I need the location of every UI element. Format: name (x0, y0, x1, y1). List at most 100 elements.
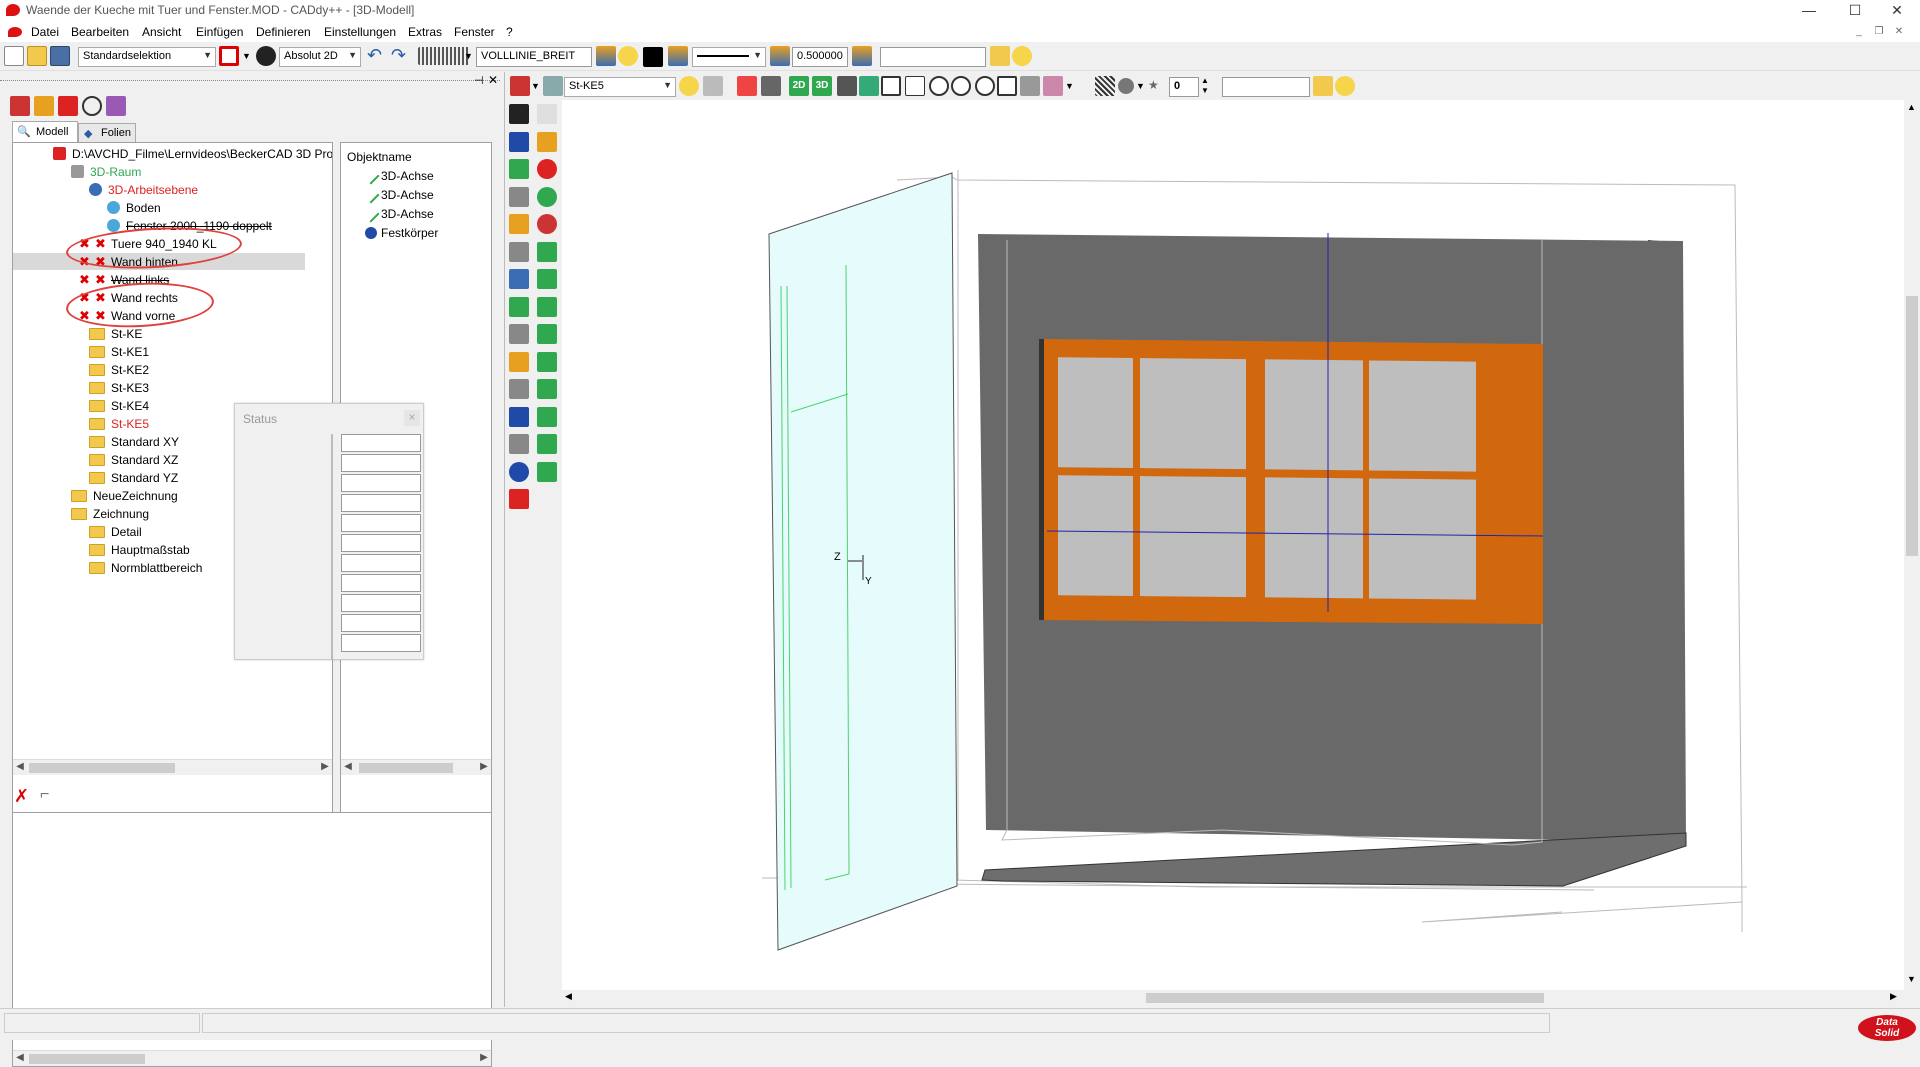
pen-icon[interactable] (510, 76, 530, 96)
menu-extras[interactable]: Extras (408, 25, 442, 39)
object-item[interactable]: Festkörper (365, 224, 438, 241)
tree-item[interactable]: NeueZeichnung (71, 487, 178, 504)
tree-item[interactable]: St-KE3 (89, 379, 149, 396)
tree-item[interactable]: Zeichnung (71, 505, 149, 522)
cube-icon[interactable] (1043, 76, 1063, 96)
measure-icon[interactable] (509, 351, 529, 372)
viewport-vscrollbar[interactable]: ▲ ▼ (1904, 100, 1920, 990)
text-field[interactable] (1222, 77, 1310, 97)
maximize-button[interactable]: ☐ (1832, 0, 1878, 22)
dimension-icon[interactable] (509, 406, 529, 427)
tree-item[interactable]: Hauptmaßstab (89, 541, 190, 558)
status-field[interactable] (341, 434, 421, 452)
tree-item[interactable]: St-KE5 (89, 415, 149, 432)
tree-item[interactable]: St-KE (89, 325, 142, 342)
coord-mode-select[interactable]: Absolut 2D ▼ (279, 47, 361, 67)
tree-item[interactable]: Standard XZ (89, 451, 178, 468)
tree-hscrollbar[interactable]: ◀ ▶ (13, 759, 332, 775)
tree-item[interactable]: Standard XY (89, 433, 179, 450)
view-3d-icon[interactable]: 3D (812, 76, 832, 96)
eraser-icon[interactable] (509, 489, 529, 509)
object-item[interactable]: 3D-Achse (362, 186, 434, 203)
cone-icon[interactable] (537, 131, 557, 152)
edit-icon[interactable] (737, 76, 757, 96)
cursor-icon[interactable] (537, 104, 557, 124)
sweep-icon[interactable] (537, 269, 557, 289)
open-folder-icon[interactable] (990, 46, 1010, 66)
solid-marker-icon[interactable]: ✖ (95, 272, 109, 287)
status-field[interactable] (341, 574, 421, 592)
view-2d-icon[interactable]: 2D (789, 76, 809, 96)
erase-icon[interactable] (761, 76, 781, 96)
status-field[interactable] (341, 514, 421, 532)
snap-point-icon[interactable] (256, 46, 276, 66)
pin-icon[interactable]: ⊣ (474, 74, 484, 87)
width-layer-icon[interactable] (852, 46, 872, 66)
panel-grip[interactable] (0, 80, 500, 81)
house-view-icon[interactable] (859, 76, 879, 96)
chevron-down-icon[interactable]: ▼ (1136, 81, 1145, 91)
layer-icon[interactable] (543, 76, 563, 96)
chevron-down-icon[interactable]: ▼ (531, 81, 540, 91)
tree-item[interactable]: Standard YZ (89, 469, 178, 486)
text-field[interactable] (880, 47, 986, 67)
tree-item[interactable]: D:\AVCHD_Filme\Lernvideos\BeckerCAD 3D P… (53, 145, 332, 162)
menu-einstellungen[interactable]: Einstellungen (324, 25, 396, 39)
status-field[interactable] (341, 594, 421, 612)
layer-icon[interactable] (596, 46, 616, 66)
open-folder-icon[interactable] (1313, 76, 1333, 96)
pan-hand-icon[interactable] (905, 76, 925, 96)
rotate-view-icon[interactable] (837, 76, 857, 96)
globe-icon[interactable] (509, 159, 529, 179)
tree-item[interactable]: 3D-Raum (71, 163, 141, 180)
status-field[interactable] (341, 554, 421, 572)
rotate-icon[interactable] (509, 269, 529, 289)
folder-tool-icon[interactable] (34, 96, 54, 116)
menu-fenster[interactable]: Fenster (454, 25, 495, 39)
tree-item[interactable]: Detail (89, 523, 142, 540)
status-field[interactable] (341, 614, 421, 632)
save-icon[interactable] (50, 46, 70, 66)
dotted-line-icon[interactable] (509, 324, 529, 344)
tree-item[interactable]: St-KE4 (89, 397, 149, 414)
spinner-icon[interactable]: ▲ ▼ (1201, 76, 1209, 96)
tab-folien[interactable]: ◆ Folien (78, 123, 136, 142)
pen-green-icon[interactable] (509, 296, 529, 317)
zoom-in-icon[interactable] (929, 76, 949, 96)
tree-item[interactable]: Normblattbereich (89, 559, 202, 576)
revolve-icon[interactable] (537, 324, 557, 344)
arrow-select-icon[interactable] (509, 104, 529, 124)
viewport-hscrollbar[interactable]: ◀ ▶ (562, 990, 1904, 1006)
select-tool-icon[interactable] (703, 76, 723, 96)
black-color-icon[interactable] (643, 47, 663, 67)
open-folder-icon[interactable] (27, 46, 47, 66)
hatch-pattern-icon[interactable] (509, 434, 529, 454)
mdi-close-button[interactable]: ✕ (1890, 24, 1908, 40)
status-close-button[interactable]: × (404, 410, 420, 426)
solid-box-icon[interactable] (537, 461, 557, 482)
lightbulb-icon[interactable] (679, 76, 699, 96)
chevron-down-icon[interactable]: ▼ (242, 51, 251, 61)
lightbulb-icon[interactable] (1012, 46, 1032, 66)
chevron-down-icon[interactable]: ▼ (464, 51, 473, 61)
object-item[interactable]: 3D-Achse (362, 205, 434, 222)
menu-datei[interactable]: Datei (31, 25, 59, 39)
undo-icon[interactable]: ↶ (367, 45, 382, 66)
close-button[interactable]: ✕ (1874, 0, 1920, 22)
torus-icon[interactable] (537, 241, 557, 262)
status-field[interactable] (341, 534, 421, 552)
hatch-tool-icon[interactable] (509, 241, 529, 262)
mdi-restore-button[interactable]: ❐ (1870, 24, 1888, 40)
delete-property-icon[interactable]: ✗ (14, 786, 29, 807)
render-sphere-icon[interactable] (1118, 78, 1134, 94)
3d-scene[interactable] (562, 100, 1910, 990)
hidden-marker-icon[interactable]: ✖ (79, 272, 93, 287)
status-field[interactable] (341, 474, 421, 492)
menu-ansicht[interactable]: Ansicht (142, 25, 181, 39)
object-item[interactable]: 3D-Achse (362, 167, 434, 184)
red-sphere-icon[interactable] (537, 214, 557, 234)
color-picker-icon[interactable] (219, 46, 239, 66)
status-field[interactable] (341, 454, 421, 472)
text-icon[interactable] (509, 379, 529, 399)
sphere-icon[interactable] (509, 131, 529, 152)
